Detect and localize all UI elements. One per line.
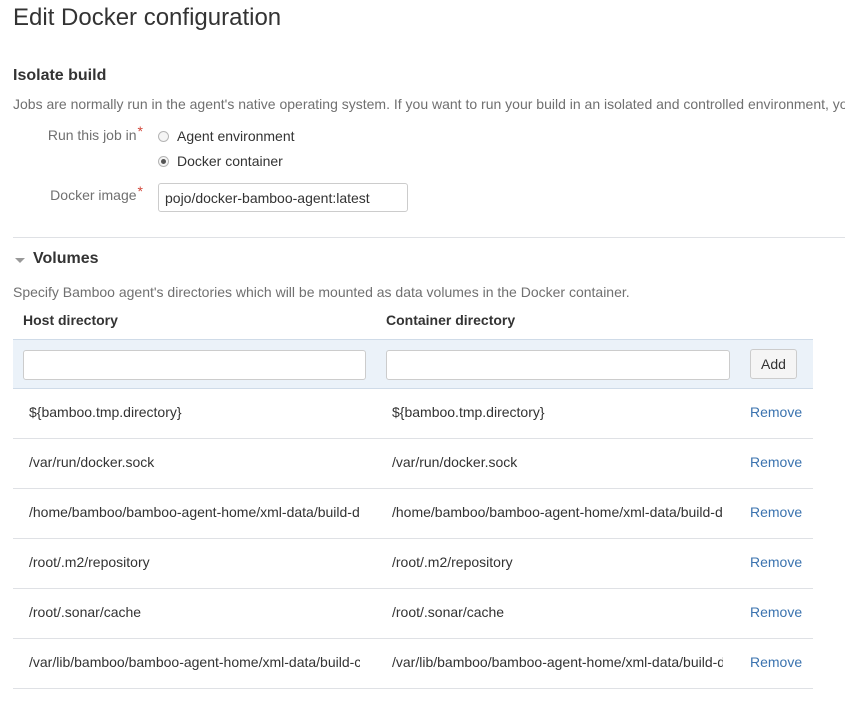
- table-row: /home/bamboo/bamboo-agent-home/xml-data/…: [13, 489, 813, 539]
- remove-volume-link[interactable]: Remove: [750, 454, 802, 470]
- caret-down-icon[interactable]: [15, 257, 25, 263]
- isolate-build-heading: Isolate build: [13, 67, 107, 84]
- host-directory-cell: /root/.m2/repository: [29, 554, 150, 570]
- docker-image-label-text: Docker image: [50, 187, 137, 203]
- radio-docker-container[interactable]: Docker container: [158, 151, 283, 171]
- page-title: Edit Docker configuration: [13, 4, 282, 31]
- container-directory-cell: /var/lib/bamboo/bamboo-agent-home/xml-da…: [392, 654, 723, 670]
- add-volume-button[interactable]: Add: [750, 349, 797, 379]
- radio-agent-environment[interactable]: Agent environment: [158, 126, 295, 146]
- host-directory-cell: /home/bamboo/bamboo-agent-home/xml-data/…: [29, 504, 360, 520]
- remove-volume-link[interactable]: Remove: [750, 654, 802, 670]
- radio-docker-container-label[interactable]: Docker container: [177, 153, 283, 169]
- docker-image-label: Docker image*: [50, 183, 143, 203]
- volumes-description: Specify Bamboo agent's directories which…: [13, 284, 630, 300]
- container-directory-header: Container directory: [386, 312, 516, 328]
- container-directory-cell: /root/.m2/repository: [392, 554, 513, 570]
- remove-volume-link[interactable]: Remove: [750, 554, 802, 570]
- host-directory-cell: ${bamboo.tmp.directory}: [29, 404, 182, 420]
- host-directory-input[interactable]: [23, 350, 366, 380]
- docker-image-input[interactable]: [158, 183, 408, 212]
- container-directory-cell: /var/run/docker.sock: [392, 454, 518, 470]
- required-marker: *: [137, 183, 143, 199]
- isolate-build-description: Jobs are normally run in the agent's nat…: [13, 96, 845, 112]
- host-directory-cell: /var/run/docker.sock: [29, 454, 155, 470]
- section-divider: [13, 237, 845, 238]
- host-directory-cell: /var/lib/bamboo/bamboo-agent-home/xml-da…: [29, 654, 360, 670]
- table-row: ${bamboo.tmp.directory} ${bamboo.tmp.dir…: [13, 389, 813, 439]
- required-marker: *: [137, 123, 143, 139]
- host-directory-header: Host directory: [23, 312, 118, 328]
- host-directory-cell: /root/.sonar/cache: [29, 604, 142, 620]
- volumes-table: Host directory Container directory Add $…: [13, 307, 813, 689]
- remove-volume-link[interactable]: Remove: [750, 604, 802, 620]
- table-row: /root/.m2/repository /root/.m2/repositor…: [13, 539, 813, 589]
- run-job-in-label: Run this job in*: [47, 123, 143, 143]
- container-directory-cell: ${bamboo.tmp.directory}: [392, 404, 545, 420]
- radio-agent-environment-label[interactable]: Agent environment: [177, 128, 295, 144]
- remove-volume-link[interactable]: Remove: [750, 504, 802, 520]
- volumes-heading[interactable]: Volumes: [33, 250, 99, 268]
- radio-button-checked[interactable]: [158, 155, 169, 167]
- add-volume-row: Add: [13, 339, 813, 389]
- run-job-in-label-text: Run this job in: [47, 127, 137, 143]
- remove-volume-link[interactable]: Remove: [750, 404, 802, 420]
- volumes-toggle[interactable]: Volumes: [15, 250, 99, 268]
- container-directory-cell: /root/.sonar/cache: [392, 604, 505, 620]
- table-row: /root/.sonar/cache /root/.sonar/cache Re…: [13, 589, 813, 639]
- volumes-table-header: Host directory Container directory: [13, 307, 813, 339]
- table-row: /var/lib/bamboo/bamboo-agent-home/xml-da…: [13, 639, 813, 689]
- table-row: /var/run/docker.sock /var/run/docker.soc…: [13, 439, 813, 489]
- container-directory-cell: /home/bamboo/bamboo-agent-home/xml-data/…: [392, 504, 723, 520]
- radio-button-unchecked[interactable]: [158, 130, 169, 142]
- container-directory-input[interactable]: [386, 350, 730, 380]
